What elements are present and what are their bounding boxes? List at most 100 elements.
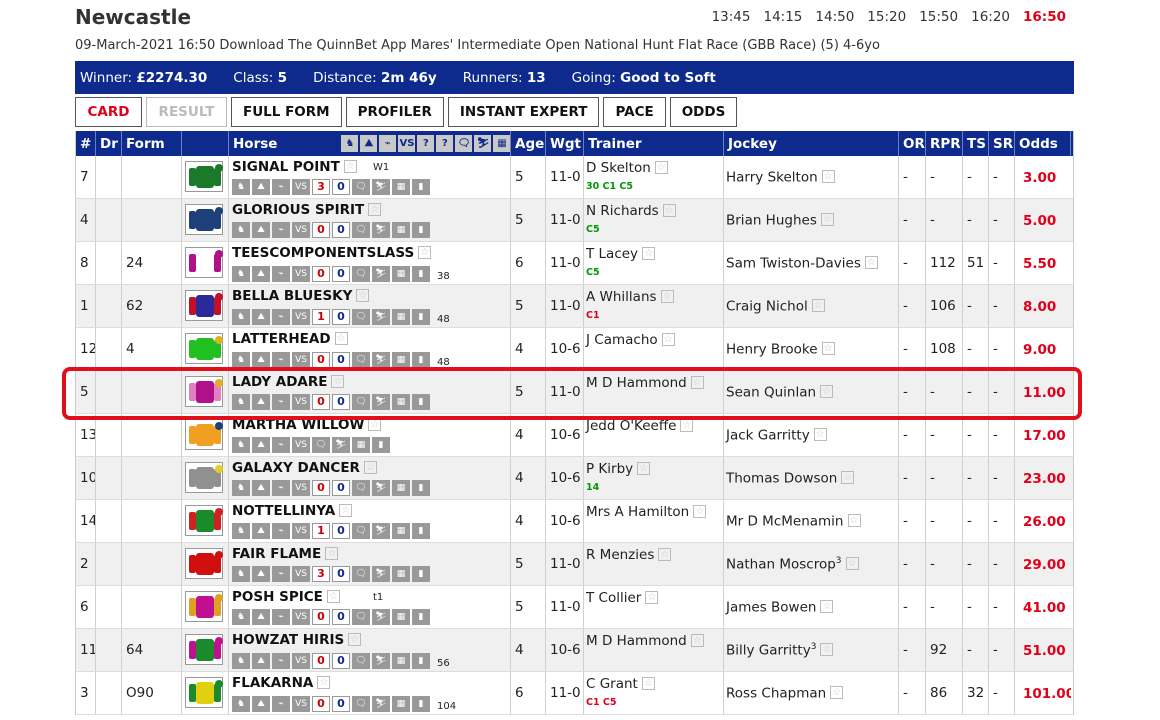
table-row[interactable]: 13 MARTHA WILLOW ☆ ♞ ⛰ ⌁ VS 🗨 ⛷ ▦ ▮ 4 10-6 Jedd … [76,414,1073,457]
course-icon[interactable]: ⛰ [252,695,270,712]
stats-icon[interactable]: ▮ [412,222,430,238]
going-icon[interactable]: ⌁ [272,437,290,453]
horse-name[interactable]: TEESCOMPONENTSLASS [232,245,414,261]
horse-name[interactable]: FAIR FLAME [232,546,321,562]
horse-name-link[interactable]: GALAXY DANCER ☆ [232,460,377,476]
jockey-name[interactable]: Brian Hughes ☆ [726,212,834,229]
horse-name[interactable]: GALAXY DANCER [232,460,360,476]
calculator-icon[interactable]: ▦ [392,351,410,368]
jockey-name-text[interactable]: James Bowen [726,600,816,616]
star-icon[interactable]: ☆ [645,591,659,604]
star-icon[interactable]: ☆ [348,633,362,646]
star-icon[interactable]: ☆ [317,676,331,689]
table-row[interactable]: 3 O90 FLAKARNA ☆ ♞ ⛰ ⌁ VS 0 0 🗨 ⛷ ▦ ▮ 104 6 11-0 C … [76,672,1073,715]
stats-icon[interactable]: ▮ [412,566,430,582]
race-time-link[interactable]: 13:45 [712,9,751,25]
star-icon[interactable]: ☆ [680,419,694,432]
jump-icon[interactable]: ⛷ [372,609,390,625]
jump-icon[interactable]: ⛷ [372,351,390,368]
header-horse-icon[interactable]: ♞ [341,135,359,152]
course-icon[interactable]: ⛰ [252,566,270,582]
table-row[interactable]: 12 4 LATTERHEAD ☆ ♞ ⛰ ⌁ VS 0 0 🗨 ⛷ ▦ ▮ 48 4 10-6 J … [76,328,1073,371]
horse-name-link[interactable]: FAIR FLAME ☆ [232,546,339,562]
jockey-name[interactable]: Mr D McMenamin ☆ [726,513,861,530]
going-icon[interactable]: ⌁ [272,308,290,325]
header-jockey[interactable]: Jockey [724,131,899,156]
course-icon[interactable]: ⛰ [252,308,270,325]
vs-icon[interactable]: VS [292,523,310,539]
star-icon[interactable]: ☆ [864,256,878,269]
calculator-icon[interactable]: ▦ [392,480,410,496]
comment-icon[interactable]: 🗨 [352,695,370,712]
comment-icon[interactable]: 🗨 [352,351,370,368]
star-icon[interactable]: ☆ [693,505,707,518]
trainer-name[interactable]: Mrs A Hamilton ☆ [586,504,707,520]
star-icon[interactable]: ☆ [326,590,340,603]
vs-icon[interactable]: VS [292,609,310,625]
horse-name-link[interactable]: HOWZAT HIRIS ☆ [232,632,362,648]
star-icon[interactable]: ☆ [690,634,704,647]
jockey-name[interactable]: Harry Skelton ☆ [726,169,835,186]
blue-count-badge[interactable]: 0 [332,523,350,539]
jockey-name-text[interactable]: Henry Brooke [726,342,818,358]
horse-name[interactable]: LATTERHEAD [232,331,331,347]
blue-count-badge[interactable]: 0 [332,480,350,496]
going-icon[interactable]: ⌁ [272,695,290,712]
jockey-name-text[interactable]: Jack Garritty [726,428,810,444]
trainer-name[interactable]: M D Hammond ☆ [586,633,704,649]
vs-icon[interactable]: VS [292,179,310,195]
red-count-badge[interactable]: 1 [312,308,330,325]
jockey-name[interactable]: Nathan Moscrop3 ☆ [726,556,859,573]
trainer-name[interactable]: R Menzies ☆ [586,547,672,563]
header-odds[interactable]: Odds [1015,131,1071,156]
horse-name[interactable]: FLAKARNA [232,675,313,691]
star-icon[interactable]: ☆ [654,161,668,174]
jump-icon[interactable]: ⛷ [372,480,390,496]
horse-icon[interactable]: ♞ [232,566,250,582]
horse-name[interactable]: BELLA BLUESKY [232,288,352,304]
comment-icon[interactable]: 🗨 [352,265,370,282]
jockey-name[interactable]: Henry Brooke ☆ [726,341,835,358]
trainer-name-text[interactable]: Mrs A Hamilton [586,504,689,520]
trainer-name-text[interactable]: N Richards [586,203,659,219]
table-row[interactable]: 8 24 TEESCOMPONENTSLASS ☆ ♞ ⛰ ⌁ VS 0 0 🗨 ⛷ ▦ ▮ 38 6… [76,242,1073,285]
star-icon[interactable]: ☆ [821,170,835,183]
table-row[interactable]: 11 64 HOWZAT HIRIS ☆ ♞ ⛰ ⌁ VS 0 0 🗨 ⛷ ▦ ▮ 56 4 10-6… [76,629,1073,672]
runner-odds[interactable]: 23.00 [1023,471,1066,487]
race-time-link[interactable]: 15:50 [919,9,958,25]
header-ts[interactable]: TS [963,131,989,156]
horse-name-link[interactable]: FLAKARNA ☆ [232,675,331,691]
trainer-name-text[interactable]: M D Hammond [586,633,687,649]
header-or[interactable]: OR [899,131,926,156]
table-row[interactable]: 1 62 BELLA BLUESKY ☆ ♞ ⛰ ⌁ VS 1 0 🗨 ⛷ ▦ ▮ 48 5 11-0… [76,285,1073,328]
jump-icon[interactable]: ⛷ [372,695,390,712]
jump-icon[interactable]: ⛷ [372,652,390,669]
runner-odds[interactable]: 5.00 [1023,213,1056,229]
horse-name[interactable]: POSH SPICE [232,589,323,605]
jump-icon[interactable]: ⛷ [332,437,350,453]
calculator-icon[interactable]: ▦ [392,222,410,238]
calculator-icon[interactable]: ▦ [352,437,370,453]
jockey-name-text[interactable]: Brian Hughes [726,213,817,229]
calculator-icon[interactable]: ▦ [392,265,410,282]
trainer-name[interactable]: T Lacey ☆ [586,246,656,262]
calculator-icon[interactable]: ▦ [392,566,410,582]
jockey-name-text[interactable]: Nathan Moscrop [726,557,836,573]
tab-full-form[interactable]: FULL FORM [231,97,342,127]
trainer-name-text[interactable]: T Collier [586,590,641,606]
vs-icon[interactable]: VS [292,308,310,325]
jump-icon[interactable]: ⛷ [372,566,390,582]
jump-icon[interactable]: ⛷ [372,222,390,238]
course-icon[interactable]: ⛰ [252,652,270,669]
header-course-icon[interactable]: ⛰ [360,135,378,152]
tab-odds[interactable]: ODDS [669,97,738,127]
star-icon[interactable]: ☆ [841,471,855,484]
calculator-icon[interactable]: ▦ [392,179,410,195]
header-num[interactable]: # [76,131,96,156]
horse-icon[interactable]: ♞ [232,437,250,453]
jump-icon[interactable]: ⛷ [372,179,390,195]
star-icon[interactable]: ☆ [820,600,834,613]
horse-icon[interactable]: ♞ [232,179,250,195]
star-icon[interactable]: ☆ [343,160,357,173]
trainer-name-text[interactable]: A Whillans [586,289,657,305]
